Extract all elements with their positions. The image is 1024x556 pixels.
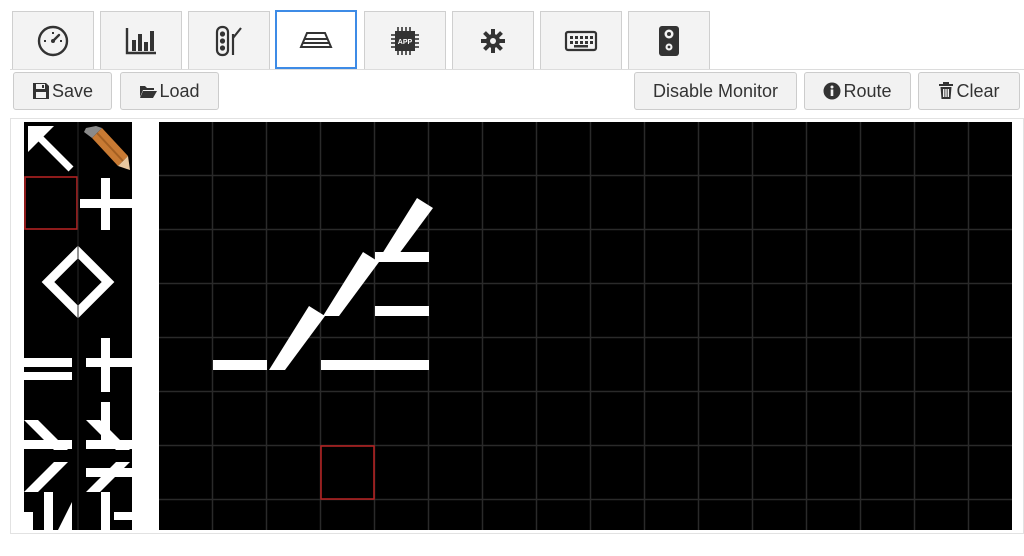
load-button[interactable]: Load <box>120 72 219 110</box>
folder-open-icon <box>140 86 158 98</box>
tab-dashboard[interactable] <box>12 11 94 69</box>
chip-label: APP <box>398 39 413 46</box>
save-button[interactable]: Save <box>13 72 112 110</box>
disable-monitor-label: Disable Monitor <box>652 80 779 101</box>
route-label: Route <box>843 80 892 101</box>
clear-label: Clear <box>956 80 1000 101</box>
route-button[interactable]: Route <box>804 72 911 110</box>
tab-sound[interactable] <box>628 11 710 69</box>
save-label: Save <box>51 80 94 101</box>
gear-icon <box>481 28 505 53</box>
tab-bar: APP <box>10 10 1024 70</box>
grid-background <box>159 122 1012 530</box>
palette-select-tool[interactable] <box>24 122 78 176</box>
clear-button[interactable]: Clear <box>918 72 1020 110</box>
track-straight[interactable] <box>375 360 429 370</box>
tab-statistics[interactable] <box>100 11 182 69</box>
trash-icon <box>939 82 954 99</box>
track-straight[interactable] <box>213 360 267 370</box>
traffic-light-icon <box>215 25 242 56</box>
tab-app[interactable]: APP <box>364 11 446 69</box>
speaker-icon <box>659 25 679 56</box>
track-icon <box>299 31 333 48</box>
tile-palette <box>24 122 132 530</box>
track-straight[interactable] <box>321 360 375 370</box>
tab-settings[interactable] <box>452 11 534 69</box>
info-circle-icon <box>823 82 841 100</box>
tab-track-layout[interactable] <box>275 10 357 69</box>
palette-empty-tile[interactable] <box>24 176 78 230</box>
palette-crossing-tile[interactable] <box>78 176 132 230</box>
palette-draw-tool[interactable] <box>78 122 132 176</box>
tab-signals[interactable] <box>188 11 270 69</box>
bar-chart-icon <box>125 27 156 54</box>
floppy-disk-icon <box>32 83 49 99</box>
disable-monitor-button[interactable]: Disable Monitor <box>634 72 797 110</box>
gauge-icon <box>37 25 69 56</box>
keyboard-icon <box>564 30 598 51</box>
chip-app-icon: APP <box>391 26 419 55</box>
track-straight[interactable] <box>375 252 429 262</box>
load-label: Load <box>159 80 200 101</box>
tab-keyboard[interactable] <box>540 11 622 69</box>
track-straight[interactable] <box>375 306 429 316</box>
track-layout-grid[interactable] <box>159 122 1012 530</box>
